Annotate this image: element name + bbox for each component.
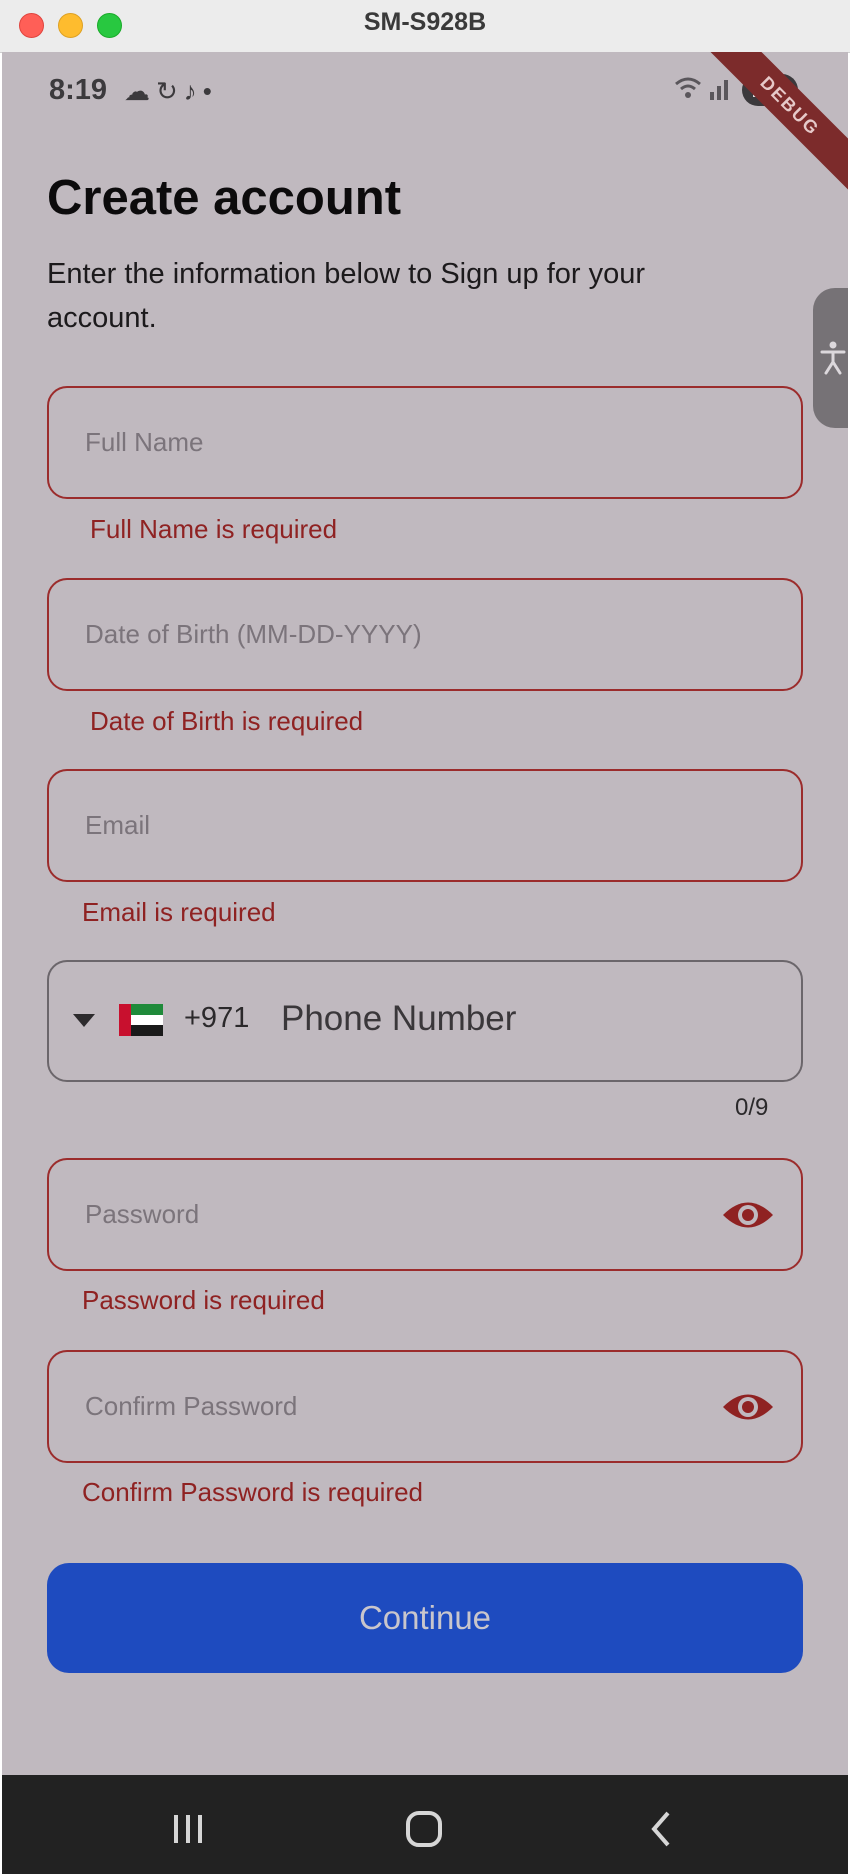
- accessibility-tab[interactable]: [813, 288, 848, 428]
- full-name-field[interactable]: Full Name: [47, 386, 803, 499]
- eye-icon[interactable]: [721, 1196, 775, 1234]
- home-icon[interactable]: [404, 1809, 444, 1849]
- status-bar: 8:19 ☁↻♪• 100 DEBUG: [2, 52, 848, 204]
- phone-number-field[interactable]: +971 Phone Number: [47, 960, 803, 1082]
- confirm-password-error: Confirm Password is required: [82, 1477, 424, 1507]
- phone-number-placeholder: Phone Number: [281, 999, 517, 1038]
- password-placeholder: Password: [85, 1199, 200, 1229]
- email-error: Email is required: [82, 897, 276, 927]
- page-subtitle: Enter the information below to Sign up f…: [47, 258, 646, 334]
- page-title: Create account: [47, 171, 402, 225]
- eye-icon[interactable]: [721, 1388, 775, 1426]
- dot-icon: •: [202, 76, 218, 106]
- tiktok-icon: ♪: [183, 76, 203, 106]
- phone-screen: 8:19 ☁↻♪• 100 DEBUG Create account Enter…: [2, 52, 848, 1775]
- date-of-birth-error: Date of Birth is required: [90, 706, 364, 736]
- password-error: Password is required: [82, 1285, 325, 1315]
- wifi-signal-icon: [674, 74, 730, 109]
- country-dropdown-caret-icon[interactable]: [73, 1014, 95, 1027]
- window-titlebar: SM-S928B: [0, 0, 850, 53]
- country-code[interactable]: +971: [184, 1002, 249, 1035]
- recents-icon[interactable]: [168, 1809, 208, 1849]
- email-field[interactable]: Email: [47, 769, 803, 882]
- phone-character-counter: 0/9: [735, 1094, 769, 1121]
- uae-flag-icon[interactable]: [119, 1004, 163, 1036]
- sync-icon: ↻: [156, 76, 184, 106]
- confirm-password-placeholder: Confirm Password: [85, 1391, 298, 1421]
- confirm-password-field[interactable]: Confirm Password: [47, 1350, 803, 1463]
- continue-button[interactable]: Continue: [47, 1563, 803, 1673]
- password-field[interactable]: Password: [47, 1158, 803, 1271]
- date-of-birth-placeholder: Date of Birth (MM-DD-YYYY): [85, 619, 422, 649]
- cloud-icon: ☁: [124, 76, 156, 106]
- back-icon[interactable]: [642, 1809, 682, 1849]
- full-name-placeholder: Full Name: [85, 427, 204, 457]
- email-placeholder: Email: [85, 810, 151, 840]
- notification-icons: ☁↻♪•: [124, 76, 218, 107]
- android-navigation-bar: [2, 1775, 848, 1874]
- date-of-birth-field[interactable]: Date of Birth (MM-DD-YYYY): [47, 578, 803, 691]
- signal-icon: [675, 77, 728, 100]
- accessibility-icon: [820, 341, 846, 375]
- window-title: SM-S928B: [363, 8, 487, 36]
- full-name-error: Full Name is required: [90, 514, 338, 544]
- status-time: 8:19: [49, 74, 108, 106]
